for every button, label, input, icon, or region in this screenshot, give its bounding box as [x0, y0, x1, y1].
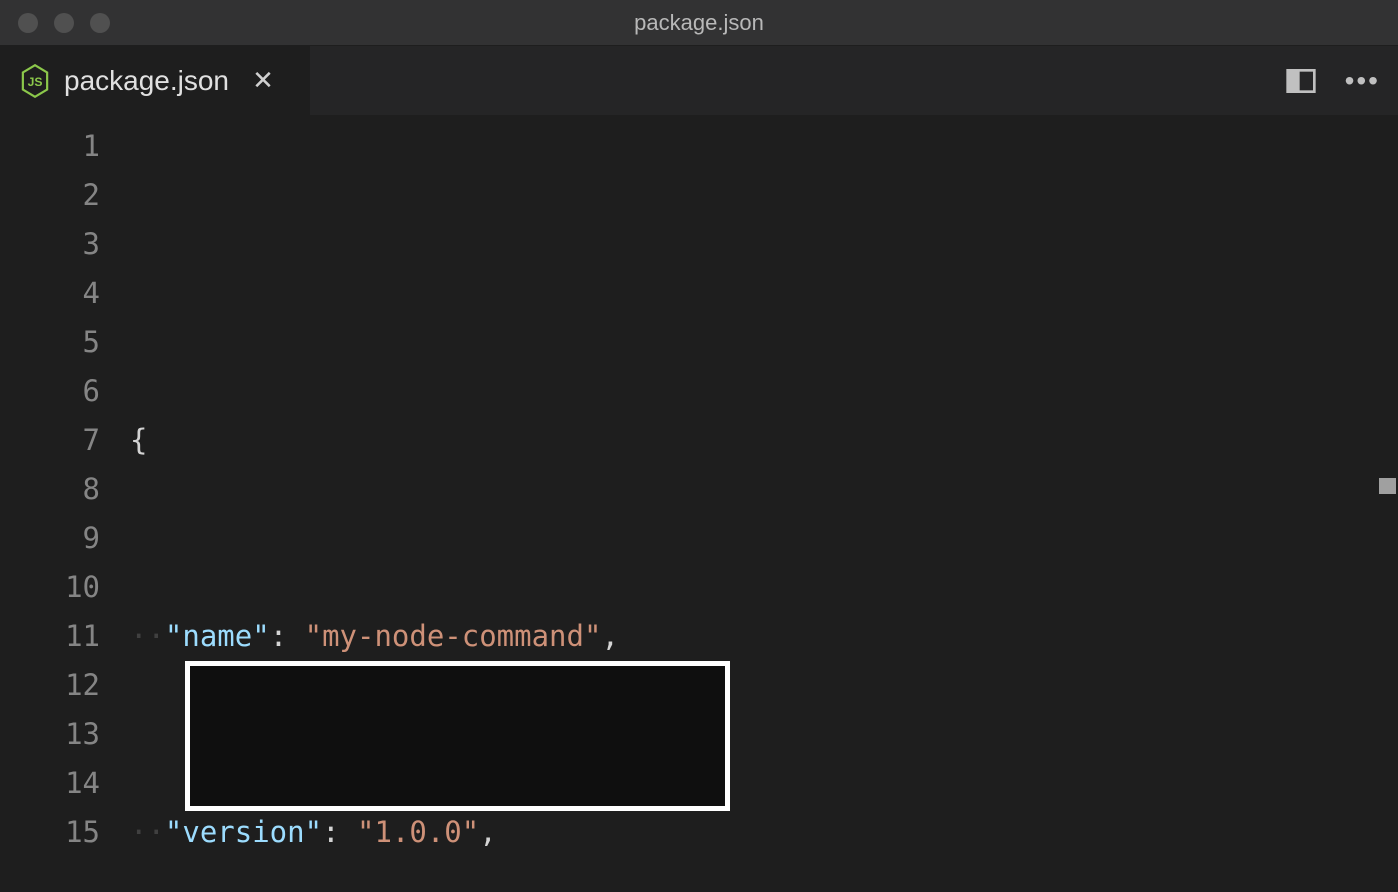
line-number-gutter: 1 2 3 4 5 6 7 8 9 10 11 12 13 14 15: [0, 116, 130, 892]
tab-label: package.json: [64, 65, 229, 97]
close-tab-icon[interactable]: ✕: [251, 65, 275, 96]
line-number: 10: [0, 563, 100, 612]
split-editor-icon[interactable]: [1285, 65, 1317, 97]
svg-text:JS: JS: [28, 74, 43, 88]
maximize-window-button[interactable]: [90, 13, 110, 33]
line-number: 6: [0, 367, 100, 416]
line-number: 12: [0, 661, 100, 710]
code-area[interactable]: { ··"name": "my-node-command", ··"versio…: [130, 116, 1398, 892]
line-number: 15: [0, 808, 100, 857]
line-number: 8: [0, 465, 100, 514]
code-line[interactable]: ··"name": "my-node-command",: [130, 612, 1398, 661]
nodejs-icon: JS: [20, 64, 50, 98]
window-title: package.json: [634, 10, 764, 36]
titlebar: package.json: [0, 0, 1398, 46]
more-actions-icon[interactable]: •••: [1345, 65, 1380, 97]
line-number: 5: [0, 318, 100, 367]
line-number: 11: [0, 612, 100, 661]
code-line[interactable]: {: [130, 416, 1398, 465]
line-number: 9: [0, 514, 100, 563]
tab-bar: JS package.json ✕ •••: [0, 46, 1398, 116]
line-number: 13: [0, 710, 100, 759]
line-number: 3: [0, 220, 100, 269]
editor[interactable]: 1 2 3 4 5 6 7 8 9 10 11 12 13 14 15 { ··…: [0, 116, 1398, 892]
line-number: 1: [0, 122, 100, 171]
minimize-window-button[interactable]: [54, 13, 74, 33]
tab-package-json[interactable]: JS package.json ✕: [0, 46, 310, 115]
line-number: 2: [0, 171, 100, 220]
close-window-button[interactable]: [18, 13, 38, 33]
traffic-lights: [0, 13, 110, 33]
line-number: 4: [0, 269, 100, 318]
code-line[interactable]: ··"version": "1.0.0",: [130, 808, 1398, 857]
line-number: 14: [0, 759, 100, 808]
line-number: 7: [0, 416, 100, 465]
